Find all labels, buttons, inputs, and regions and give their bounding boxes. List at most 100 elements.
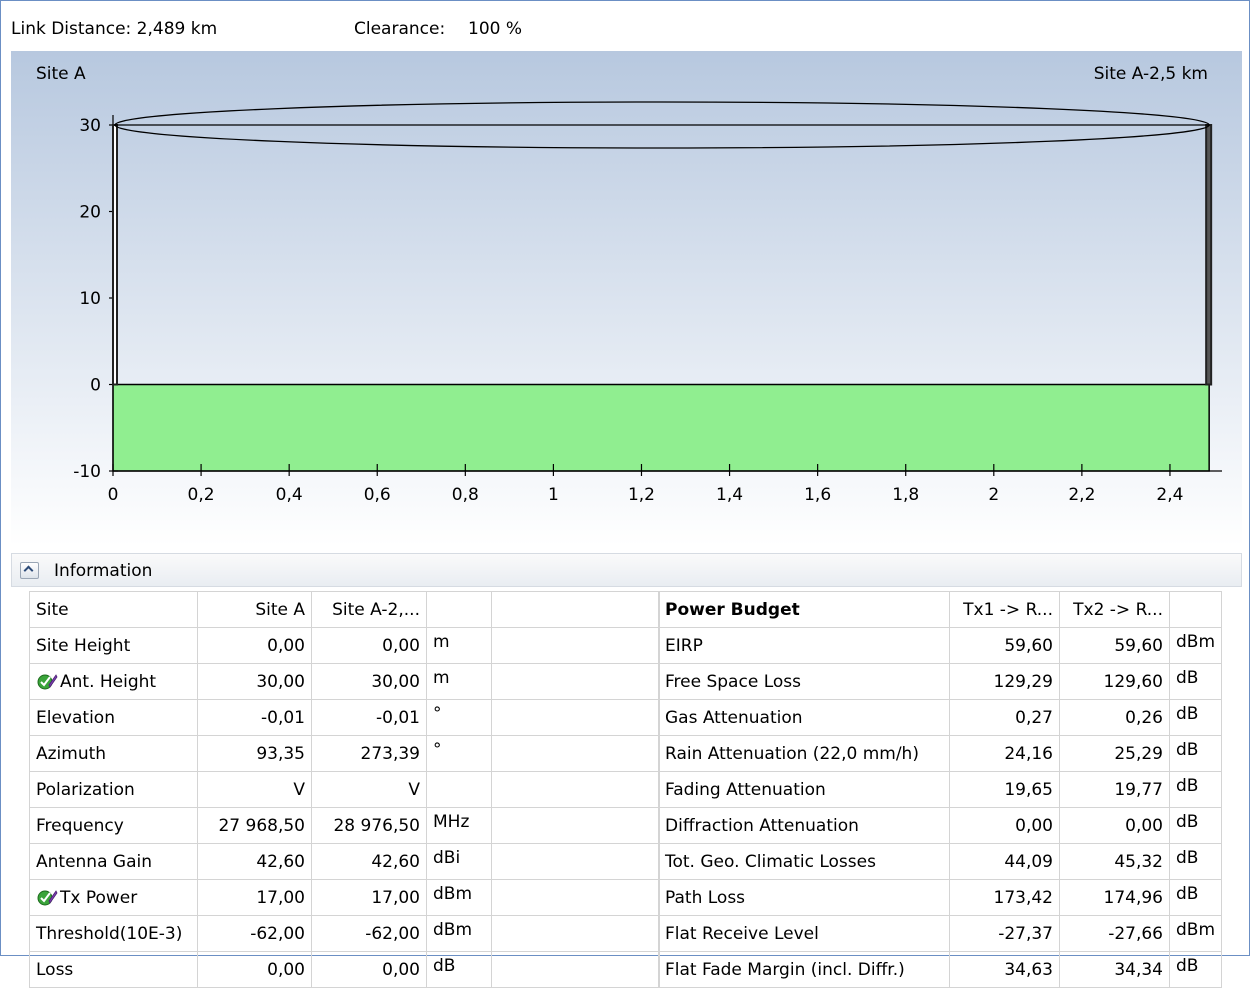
row-label-cell: Site Height bbox=[29, 627, 198, 664]
row-label-cell: Threshold(10E-3) bbox=[29, 915, 198, 952]
table-row[interactable]: Free Space Loss 129,29 129,60 dB bbox=[658, 663, 1223, 700]
unit-cell: dB bbox=[1168, 771, 1223, 808]
value-cell-a[interactable]: 93,35 bbox=[197, 735, 312, 772]
row-label-cell: Ant. Height bbox=[29, 663, 198, 700]
value-cell-a[interactable]: 44,09 bbox=[949, 843, 1060, 880]
empty-cell bbox=[491, 591, 660, 628]
empty-cell bbox=[491, 843, 660, 880]
row-label-cell: Polarization bbox=[29, 771, 198, 808]
value-cell-b[interactable]: 0,00 bbox=[1059, 807, 1170, 844]
power-budget-table: Power Budget Tx1 -> R... Tx2 -> R... EIRP 59… bbox=[658, 591, 1223, 988]
value-cell-a[interactable]: 42,60 bbox=[197, 843, 312, 880]
row-label: Rain Attenuation (22,0 mm/h) bbox=[665, 743, 919, 764]
x-tick-label: 1,8 bbox=[892, 485, 919, 505]
unit-cell: MHz bbox=[426, 807, 492, 844]
value-cell-b[interactable]: Tx2 -> R... bbox=[1059, 591, 1170, 628]
table-row[interactable]: Tx Power 17,00 17,00 dBm bbox=[29, 879, 660, 916]
value-cell-b[interactable]: 19,77 bbox=[1059, 771, 1170, 808]
value-cell-b[interactable]: 25,29 bbox=[1059, 735, 1170, 772]
unit-cell: dB bbox=[1168, 879, 1223, 916]
value-cell-a[interactable]: 129,29 bbox=[949, 663, 1060, 700]
table-row[interactable]: Antenna Gain 42,60 42,60 dBi bbox=[29, 843, 660, 880]
value-cell-b[interactable]: -0,01 bbox=[311, 699, 427, 736]
value-cell-a[interactable]: -27,37 bbox=[949, 915, 1060, 952]
value-cell-b[interactable]: 273,39 bbox=[311, 735, 427, 772]
table-row[interactable]: Diffraction Attenuation 0,00 0,00 dB bbox=[658, 807, 1223, 844]
value-cell-b[interactable]: 0,00 bbox=[311, 627, 427, 664]
table-row[interactable]: Gas Attenuation 0,27 0,26 dB bbox=[658, 699, 1223, 736]
site-a-label: Site A bbox=[36, 64, 86, 84]
unit-cell: dB bbox=[1168, 663, 1223, 700]
unit-cell: m bbox=[426, 663, 492, 700]
table-row[interactable]: Elevation -0,01 -0,01 ° bbox=[29, 699, 660, 736]
value-cell-a[interactable]: 0,00 bbox=[949, 807, 1060, 844]
value-cell-a[interactable]: 34,63 bbox=[949, 951, 1060, 988]
value-cell-b[interactable]: 42,60 bbox=[311, 843, 427, 880]
table-row[interactable]: Fading Attenuation 19,65 19,77 dB bbox=[658, 771, 1223, 808]
value-cell-b[interactable]: 129,60 bbox=[1059, 663, 1170, 700]
row-label: Site Height bbox=[36, 635, 131, 656]
row-label: Site bbox=[36, 599, 69, 620]
table-row[interactable]: Flat Fade Margin (incl. Diffr.) 34,63 34,3… bbox=[658, 951, 1223, 988]
row-label: Frequency bbox=[36, 815, 124, 836]
row-label: Elevation bbox=[36, 707, 115, 728]
value-cell-a[interactable]: 0,00 bbox=[197, 951, 312, 988]
value-cell-a[interactable]: 24,16 bbox=[949, 735, 1060, 772]
row-label-cell: Fading Attenuation bbox=[658, 771, 950, 808]
table-row[interactable]: Site Height 0,00 0,00 m bbox=[29, 627, 660, 664]
row-label-cell: Diffraction Attenuation bbox=[658, 807, 950, 844]
value-cell-a[interactable]: 0,00 bbox=[197, 627, 312, 664]
value-cell-a[interactable]: 17,00 bbox=[197, 879, 312, 916]
value-cell-b[interactable]: 34,34 bbox=[1059, 951, 1170, 988]
table-row[interactable]: Flat Receive Level -27,37 -27,66 dBm bbox=[658, 915, 1223, 952]
value-cell-b[interactable]: 28 976,50 bbox=[311, 807, 427, 844]
value-cell-b[interactable]: 0,00 bbox=[311, 951, 427, 988]
table-row[interactable]: Loss 0,00 0,00 dB bbox=[29, 951, 660, 988]
row-label: Antenna Gain bbox=[36, 851, 152, 872]
value-cell-b[interactable]: 0,26 bbox=[1059, 699, 1170, 736]
value-cell-b[interactable]: 174,96 bbox=[1059, 879, 1170, 916]
x-tick-label: 0,8 bbox=[452, 485, 479, 505]
value-cell-a[interactable]: -62,00 bbox=[197, 915, 312, 952]
information-panel-header[interactable]: Information bbox=[11, 553, 1242, 587]
collapse-up-icon[interactable] bbox=[20, 562, 39, 579]
value-cell-b[interactable]: 30,00 bbox=[311, 663, 427, 700]
value-cell-a[interactable]: V bbox=[197, 771, 312, 808]
y-tick-label: 30 bbox=[79, 116, 101, 136]
value-cell-a[interactable]: Site A bbox=[197, 591, 312, 628]
table-row[interactable]: Ant. Height 30,00 30,00 m bbox=[29, 663, 660, 700]
value-cell-a[interactable]: 27 968,50 bbox=[197, 807, 312, 844]
table-row[interactable]: Frequency 27 968,50 28 976,50 MHz bbox=[29, 807, 660, 844]
x-tick-label: 2,2 bbox=[1068, 485, 1095, 505]
row-label: Flat Fade Margin (incl. Diffr.) bbox=[665, 959, 905, 980]
value-cell-b[interactable]: -62,00 bbox=[311, 915, 427, 952]
table-row[interactable]: EIRP 59,60 59,60 dBm bbox=[658, 627, 1223, 664]
value-cell-a[interactable]: -0,01 bbox=[197, 699, 312, 736]
empty-cell bbox=[491, 663, 660, 700]
value-cell-b[interactable]: 45,32 bbox=[1059, 843, 1170, 880]
value-cell-b[interactable]: V bbox=[311, 771, 427, 808]
table-row[interactable]: Tot. Geo. Climatic Losses 44,09 45,32 dB bbox=[658, 843, 1223, 880]
value-cell-a[interactable]: 30,00 bbox=[197, 663, 312, 700]
table-row[interactable]: Polarization V V bbox=[29, 771, 660, 808]
value-cell-b[interactable]: 59,60 bbox=[1059, 627, 1170, 664]
profile-chart[interactable]: 30 20 10 0 -10 0 0,2 0,4 0,6 0,8 1 1,2 1,4 1,6 1,8 2 2,2… bbox=[11, 51, 1242, 546]
row-label-cell: Frequency bbox=[29, 807, 198, 844]
value-cell-a[interactable]: 59,60 bbox=[949, 627, 1060, 664]
row-label: Flat Receive Level bbox=[665, 923, 819, 944]
table-row[interactable]: Power Budget Tx1 -> R... Tx2 -> R... bbox=[658, 591, 1223, 628]
value-cell-b[interactable]: Site A-2,... bbox=[311, 591, 427, 628]
table-row[interactable]: Rain Attenuation (22,0 mm/h) 24,16 25,29 dB bbox=[658, 735, 1223, 772]
table-row[interactable]: Azimuth 93,35 273,39 ° bbox=[29, 735, 660, 772]
value-cell-a[interactable]: 19,65 bbox=[949, 771, 1060, 808]
table-row[interactable]: Threshold(10E-3) -62,00 -62,00 dBm bbox=[29, 915, 660, 952]
empty-cell bbox=[491, 915, 660, 952]
table-row[interactable]: Path Loss 173,42 174,96 dB bbox=[658, 879, 1223, 916]
value-cell-b[interactable]: 17,00 bbox=[311, 879, 427, 916]
value-cell-a[interactable]: 173,42 bbox=[949, 879, 1060, 916]
table-row[interactable]: Site Site A Site A-2,... bbox=[29, 591, 660, 628]
value-cell-b[interactable]: -27,66 bbox=[1059, 915, 1170, 952]
terrain-area bbox=[112, 383, 1210, 472]
value-cell-a[interactable]: 0,27 bbox=[949, 699, 1060, 736]
value-cell-a[interactable]: Tx1 -> R... bbox=[949, 591, 1060, 628]
